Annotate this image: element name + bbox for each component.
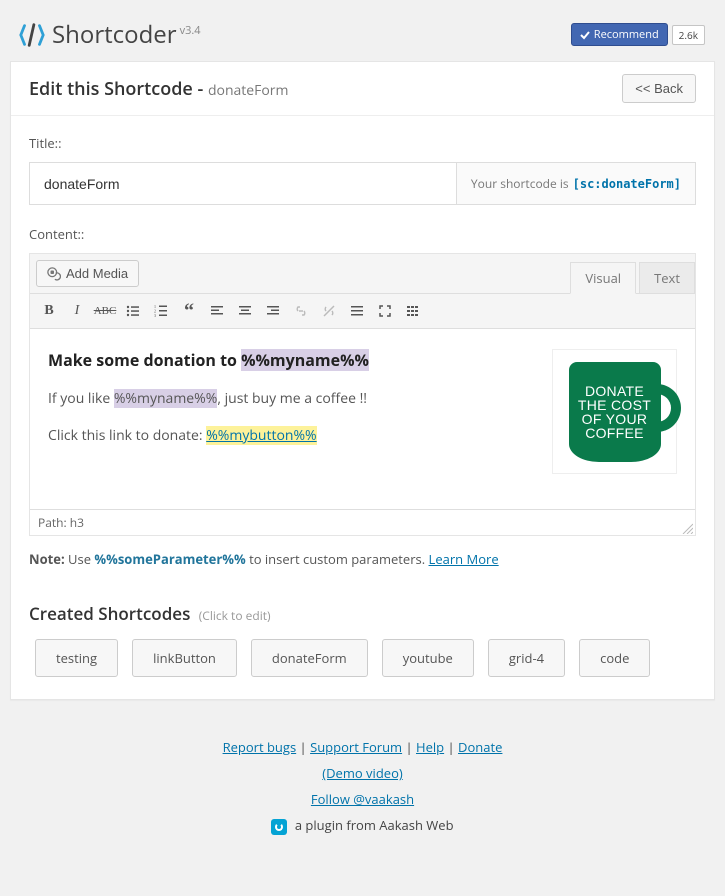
bold-button[interactable]: B	[36, 298, 62, 324]
add-media-button[interactable]: Add Media	[36, 260, 139, 287]
content-label: Content::	[29, 225, 696, 243]
follow-link[interactable]: Follow @vaakash	[311, 790, 414, 808]
donate-image: DONATE THE COST OF YOUR COFFEE	[552, 349, 677, 474]
param-myname: %%myname%%	[114, 389, 217, 408]
created-shortcodes-header: Created Shortcodes (Click to edit)	[11, 586, 714, 625]
shortcode-pill[interactable]: code	[579, 639, 650, 677]
editor-path: Path: h3	[30, 509, 695, 535]
tab-text[interactable]: Text	[639, 262, 695, 293]
shortcoder-logo-icon	[18, 21, 46, 49]
learn-more-link[interactable]: Learn More	[429, 550, 499, 568]
number-list-button[interactable]: 123	[148, 298, 174, 324]
help-link[interactable]: Help	[416, 738, 444, 756]
svg-text:3: 3	[154, 313, 156, 318]
editor-toolbar: B I ABC 123 “	[30, 294, 695, 329]
blockquote-button[interactable]: “	[176, 298, 202, 324]
shortcode-pill[interactable]: testing	[35, 639, 118, 677]
page-title: Shortcoderv3.4	[52, 18, 201, 51]
page-header: Shortcoderv3.4 Recommend 2.6k	[0, 0, 725, 61]
title-input[interactable]	[29, 162, 456, 205]
param-myname: %%myname%%	[241, 349, 369, 371]
param-mybutton: %%mybutton%%	[206, 426, 316, 445]
shortcode-pill[interactable]: grid-4	[488, 639, 565, 677]
editor: Add Media Visual Text B I ABC 123 “	[29, 253, 696, 536]
fb-recommend-count: 2.6k	[672, 25, 705, 45]
align-right-button[interactable]	[260, 298, 286, 324]
tab-visual[interactable]: Visual	[570, 262, 636, 294]
credit-text: a plugin from Aakash Web	[295, 816, 454, 834]
align-left-button[interactable]	[204, 298, 230, 324]
shortcode-tag-info: Your shortcode is [sc:donateForm]	[456, 162, 696, 205]
insert-more-button[interactable]	[344, 298, 370, 324]
support-forum-link[interactable]: Support Forum	[310, 738, 402, 756]
align-center-button[interactable]	[232, 298, 258, 324]
italic-button[interactable]: I	[64, 298, 90, 324]
bullet-list-button[interactable]	[120, 298, 146, 324]
footer: Report bugs | Support Forum | Help | Don…	[0, 720, 725, 863]
edit-shortcode-panel: Edit this Shortcode - donateForm << Back…	[10, 61, 715, 700]
fullscreen-button[interactable]	[372, 298, 398, 324]
panel-heading: Edit this Shortcode - donateForm	[29, 77, 289, 101]
fb-recommend-button[interactable]: Recommend	[571, 23, 668, 46]
shortcode-pill[interactable]: linkButton	[132, 639, 237, 677]
shortcode-pill[interactable]: donateForm	[251, 639, 368, 677]
created-shortcodes-list: testing linkButton donateForm youtube gr…	[11, 625, 714, 699]
kitchen-sink-button[interactable]	[400, 298, 426, 324]
report-bugs-link[interactable]: Report bugs	[223, 738, 297, 756]
demo-video-link[interactable]: (Demo video)	[322, 764, 402, 782]
donate-link[interactable]: Donate	[458, 738, 502, 756]
title-label: Title::	[29, 134, 696, 152]
back-button[interactable]: << Back	[622, 74, 696, 103]
aakash-web-icon	[271, 819, 287, 835]
unlink-button[interactable]	[316, 298, 342, 324]
editor-content[interactable]: DONATE THE COST OF YOUR COFFEE Make some…	[30, 329, 695, 509]
strikethrough-button[interactable]: ABC	[92, 298, 118, 324]
note-row: Note: Use %%someParameter%% to insert cu…	[29, 550, 696, 568]
link-button[interactable]	[288, 298, 314, 324]
shortcode-pill[interactable]: youtube	[382, 639, 474, 677]
resize-handle[interactable]	[681, 521, 693, 533]
